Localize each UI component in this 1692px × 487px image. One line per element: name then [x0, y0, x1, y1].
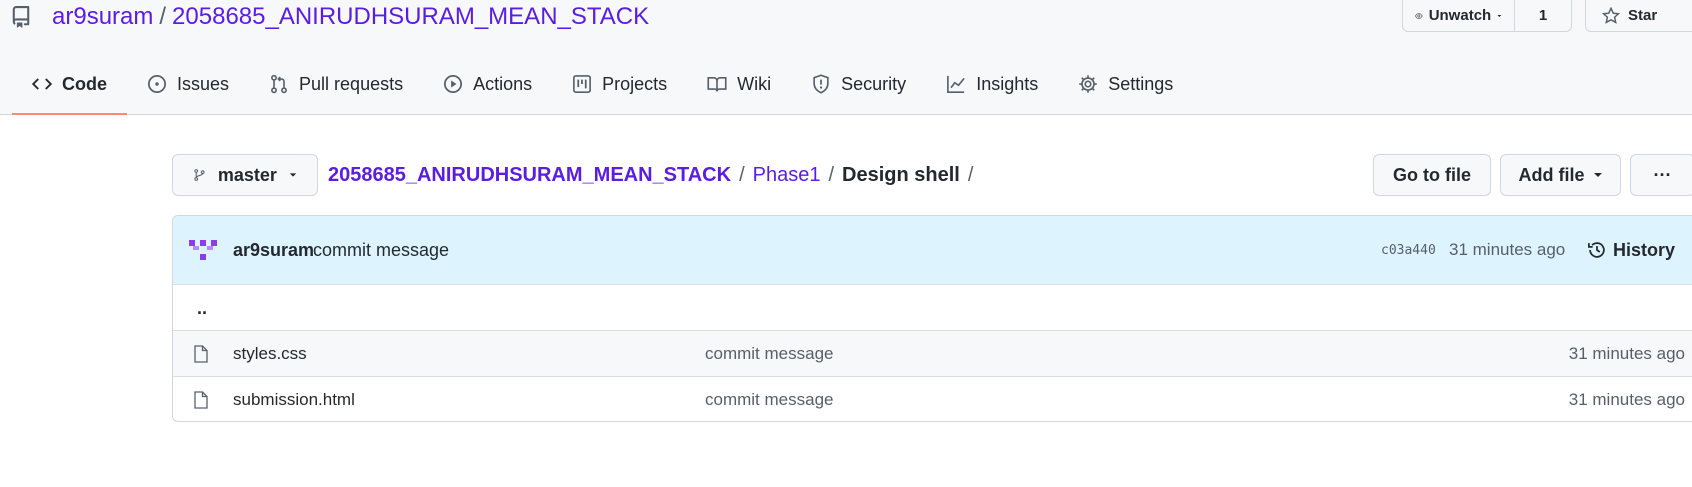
tab-label: Actions [473, 73, 533, 94]
graph-icon [947, 75, 965, 93]
tab-settings[interactable]: Settings [1058, 62, 1193, 106]
file-name-link[interactable]: styles.css [233, 331, 307, 377]
more-options-button[interactable]: ··· [1630, 154, 1692, 196]
branch-select-button[interactable]: master [172, 154, 318, 196]
repo-title-separator: / [159, 3, 167, 30]
tab-label: Security [841, 73, 907, 94]
breadcrumb-separator: / [967, 163, 974, 186]
caret-down-icon [1593, 173, 1602, 177]
commit-sha-link[interactable]: c03a440 [1381, 216, 1436, 284]
tab-code[interactable]: Code [12, 62, 127, 115]
parent-directory-row[interactable]: .. [173, 284, 1692, 330]
play-icon [444, 75, 463, 93]
file-commit-message-link[interactable]: commit message [705, 331, 833, 377]
project-icon [573, 75, 592, 93]
caret-down-icon [289, 173, 297, 177]
latest-commit-bar: ar9suram commit message c03a440 31 minut… [173, 216, 1692, 285]
tab-projects[interactable]: Projects [552, 62, 687, 106]
repo-icon [12, 6, 30, 28]
star-icon [1602, 6, 1620, 24]
tab-label: Pull requests [299, 73, 404, 94]
gear-icon [1079, 75, 1097, 93]
file-name-link[interactable]: submission.html [233, 377, 355, 421]
repo-title: ar9suram / 2058685_ANIRUDHSURAM_MEAN_STA… [10, 0, 649, 34]
book-icon [707, 76, 727, 92]
tab-label: Settings [1108, 73, 1174, 94]
add-file-label: Add file [1518, 164, 1585, 185]
tab-label: Wiki [737, 73, 772, 94]
unwatch-label: Unwatch [1428, 7, 1492, 24]
breadcrumb-current: Design shell [842, 163, 960, 186]
file-commit-time: 31 minutes ago [1568, 390, 1685, 409]
breadcrumb: 2058685_ANIRUDHSURAM_MEAN_STACK / Phase1… [328, 154, 981, 196]
tab-label: Insights [976, 73, 1039, 94]
tab-pull-requests[interactable]: Pull requests [249, 62, 423, 106]
commit-time: 31 minutes ago [1449, 240, 1566, 259]
watch-button-group: Unwatch 1 [1402, 0, 1572, 32]
go-to-file-button[interactable]: Go to file [1373, 154, 1491, 196]
tab-label: Projects [602, 73, 668, 94]
file-commit-message-link[interactable]: commit message [705, 377, 833, 421]
breadcrumb-separator: / [828, 163, 835, 186]
repo-nav: Code Issues Pull requests Actions Projec… [12, 62, 1193, 115]
caret-down-icon [1497, 14, 1502, 17]
table-row[interactable]: submission.html commit message 31 minute… [173, 376, 1692, 421]
git-branch-icon [194, 169, 205, 181]
git-pull-request-icon [271, 74, 287, 94]
history-icon [1588, 242, 1605, 258]
star-button[interactable]: Star [1585, 0, 1692, 32]
tab-actions[interactable]: Actions [423, 62, 552, 106]
commit-message-link[interactable]: commit message [313, 216, 449, 284]
tab-wiki[interactable]: Wiki [687, 62, 791, 106]
tab-label: Issues [177, 73, 230, 94]
issue-opened-icon [148, 75, 166, 93]
code-icon [32, 78, 52, 90]
breadcrumb-separator: / [739, 163, 745, 186]
shield-icon [813, 74, 829, 94]
file-browser: ar9suram commit message c03a440 31 minut… [172, 215, 1692, 422]
tab-issues[interactable]: Issues [127, 62, 249, 106]
breadcrumb-root-link[interactable]: 2058685_ANIRUDHSURAM_MEAN_STACK [328, 164, 731, 187]
watch-count[interactable]: 1 [1515, 0, 1571, 31]
add-file-button[interactable]: Add file [1500, 154, 1621, 196]
eye-icon [1415, 12, 1423, 19]
tab-label: Code [62, 73, 107, 94]
file-commit-time: 31 minutes ago [1568, 344, 1685, 363]
avatar[interactable] [189, 240, 217, 262]
history-link[interactable]: History [1587, 216, 1675, 284]
repo-owner-link[interactable]: ar9suram [52, 3, 153, 31]
commit-author-link[interactable]: ar9suram [233, 216, 314, 284]
breadcrumb-folder-link[interactable]: Phase1 [753, 164, 821, 187]
branch-name: master [217, 164, 277, 185]
tab-insights[interactable]: Insights [926, 62, 1058, 106]
history-label: History [1613, 239, 1676, 260]
file-icon [194, 391, 208, 409]
table-row[interactable]: styles.css commit message 31 minutes ago [173, 330, 1692, 376]
star-label: Star [1628, 7, 1658, 24]
repo-name-link[interactable]: 2058685_ANIRUDHSURAM_MEAN_STACK [172, 3, 649, 31]
tab-security[interactable]: Security [791, 62, 926, 106]
parent-directory-link[interactable]: .. [197, 285, 207, 331]
unwatch-button[interactable]: Unwatch [1403, 0, 1515, 31]
file-icon [194, 345, 208, 363]
